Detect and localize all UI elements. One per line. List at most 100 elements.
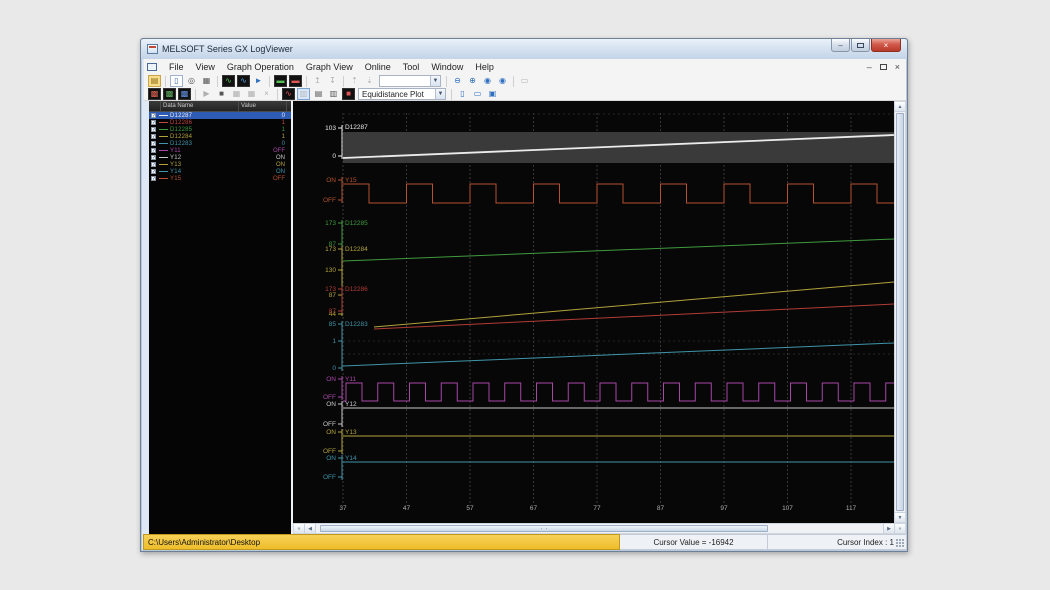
- child-restore-button[interactable]: [880, 64, 887, 70]
- scroll-left-button[interactable]: ◀: [305, 524, 316, 533]
- visibility-checkbox[interactable]: ✓: [151, 162, 156, 167]
- grid-cols-icon[interactable]: ▥: [327, 88, 340, 100]
- cursor-up-icon[interactable]: ↥: [311, 75, 324, 87]
- trend-window-alt-icon[interactable]: ▬: [289, 75, 302, 87]
- window-title: MELSOFT Series GX LogViewer: [162, 44, 293, 54]
- menu-tool[interactable]: Tool: [397, 61, 426, 73]
- menu-graph-operation[interactable]: Graph Operation: [221, 61, 300, 73]
- visibility-checkbox[interactable]: ✓: [151, 127, 156, 132]
- cursor-down-icon[interactable]: ↧: [326, 75, 339, 87]
- tick-label: 173: [325, 246, 336, 253]
- title-bar[interactable]: MELSOFT Series GX LogViewer – ×: [141, 39, 907, 59]
- data-setting2-icon[interactable]: ▩: [163, 88, 176, 100]
- vertical-scroll-thumb[interactable]: [896, 113, 904, 511]
- zoom-prev-icon[interactable]: ◉: [481, 75, 494, 87]
- legend-row-Y12[interactable]: ✓Y12ON: [149, 154, 291, 161]
- menu-graph-view[interactable]: Graph View: [300, 61, 359, 73]
- graph-view-alt-icon[interactable]: ∿: [237, 75, 250, 87]
- visibility-checkbox[interactable]: ✓: [151, 169, 156, 174]
- menu-help[interactable]: Help: [469, 61, 500, 73]
- legend-row-D12285[interactable]: ✓D122851: [149, 126, 291, 133]
- online-run-icon[interactable]: ►: [252, 75, 265, 87]
- open-log-icon[interactable]: ▤: [148, 75, 161, 87]
- data-name-column-header[interactable]: Data Name: [161, 101, 239, 111]
- tile-vertical-icon[interactable]: ▯: [456, 88, 469, 100]
- graph-view-icon[interactable]: ∿: [222, 75, 235, 87]
- visibility-checkbox[interactable]: ✓: [151, 155, 156, 160]
- value-column-header[interactable]: Value: [239, 101, 287, 111]
- data-setting3-icon[interactable]: ▩: [178, 88, 191, 100]
- maximize-button[interactable]: [851, 39, 870, 52]
- legend-row-Y15[interactable]: ✓Y15OFF: [149, 175, 291, 182]
- legend-row-D12287[interactable]: ✓D122870: [149, 112, 291, 119]
- alarm-graph-icon[interactable]: ■: [342, 88, 355, 100]
- jump-next-icon[interactable]: ⇣: [363, 75, 376, 87]
- data-name-label: D12286: [170, 120, 249, 126]
- find-data-icon[interactable]: ◎: [185, 75, 198, 87]
- data-value-label: OFF: [249, 176, 291, 182]
- child-close-button[interactable]: ×: [895, 62, 900, 72]
- scroll-right-button[interactable]: ▶: [883, 524, 894, 533]
- data-search-combo[interactable]: ▼: [379, 75, 441, 87]
- trend-graph-svg[interactable]: 1030D12287ONOFFY1517387D122851731308744D…: [293, 101, 894, 523]
- pause-icon[interactable]: ▦: [230, 88, 243, 100]
- tile-horizontal-icon[interactable]: ▭: [471, 88, 484, 100]
- data-list-header[interactable]: Data Name Value: [149, 101, 291, 112]
- capture-icon[interactable]: ▭: [518, 75, 531, 87]
- horizontal-scroll-track[interactable]: [316, 524, 883, 533]
- close-graph-icon[interactable]: ×: [260, 88, 273, 100]
- legend-row-D12284[interactable]: ✓D122841: [149, 133, 291, 140]
- realtime-trend-icon[interactable]: ▥: [297, 88, 310, 100]
- print-icon[interactable]: ▦: [200, 75, 213, 87]
- legend-row-D12283[interactable]: ✓D122830: [149, 140, 291, 147]
- menu-view[interactable]: View: [190, 61, 221, 73]
- stop-icon[interactable]: ■: [215, 88, 228, 100]
- resume-icon[interactable]: ▦: [245, 88, 258, 100]
- legend-row-Y14[interactable]: ✓Y14ON: [149, 168, 291, 175]
- vertical-scrollbar[interactable]: ▲ ▼: [894, 101, 906, 523]
- horizontal-scroll-thumb[interactable]: [320, 525, 768, 532]
- visibility-checkbox[interactable]: ✓: [151, 134, 156, 139]
- plot-mode-combo[interactable]: Equidistance Plot▼: [358, 88, 446, 100]
- data-setting-icon[interactable]: ▩: [148, 88, 161, 100]
- zoom-next-icon[interactable]: ◉: [496, 75, 509, 87]
- cascade-windows-icon[interactable]: ▣: [486, 88, 499, 100]
- menu-file[interactable]: File: [163, 61, 190, 73]
- scroll-down-button[interactable]: ▼: [895, 512, 905, 522]
- legend-row-Y11[interactable]: ✓Y11OFF: [149, 147, 291, 154]
- play-icon[interactable]: ▶: [200, 88, 213, 100]
- child-window-icon[interactable]: [147, 63, 157, 71]
- trend-window-icon[interactable]: ▬: [274, 75, 287, 87]
- open-file-icon[interactable]: ▯: [170, 75, 183, 87]
- tick-label: 103: [325, 125, 336, 132]
- line-color-sample: [159, 129, 168, 130]
- minimize-button[interactable]: –: [831, 39, 850, 52]
- jump-prev-icon[interactable]: ⇡: [348, 75, 361, 87]
- visibility-checkbox[interactable]: ✓: [151, 113, 156, 118]
- historical-trend-icon[interactable]: ∿: [282, 88, 295, 100]
- legend-row-D12286[interactable]: ✓D122861: [149, 119, 291, 126]
- chevron-down-icon[interactable]: ▼: [435, 89, 445, 99]
- resize-grip[interactable]: [896, 539, 904, 547]
- visibility-checkbox[interactable]: ✓: [151, 148, 156, 153]
- scroll-end-button[interactable]: »: [894, 524, 905, 533]
- toolbar-separator: [446, 76, 447, 87]
- zoom-in-icon[interactable]: ⊕: [466, 75, 479, 87]
- visibility-checkbox[interactable]: ✓: [151, 120, 156, 125]
- grid-rows-icon[interactable]: ▤: [312, 88, 325, 100]
- zoom-out-icon[interactable]: ⊖: [451, 75, 464, 87]
- chevron-down-icon[interactable]: ▼: [430, 76, 440, 86]
- menu-window[interactable]: Window: [425, 61, 469, 73]
- scroll-home-button[interactable]: «: [294, 524, 305, 533]
- checkbox-column-header[interactable]: [149, 101, 161, 111]
- menu-online[interactable]: Online: [359, 61, 397, 73]
- child-minimize-button[interactable]: –: [867, 62, 872, 72]
- scroll-up-button[interactable]: ▲: [895, 102, 905, 112]
- visibility-checkbox[interactable]: ✓: [151, 141, 156, 146]
- trend-graph-area[interactable]: 1030D12287ONOFFY1517387D122851731308744D…: [293, 101, 894, 523]
- horizontal-scrollbar[interactable]: « ◀ ▶ »: [293, 523, 906, 534]
- menu-bar: FileViewGraph OperationGraph ViewOnlineT…: [144, 59, 906, 74]
- close-button[interactable]: ×: [871, 39, 901, 52]
- legend-row-Y13[interactable]: ✓Y13ON: [149, 161, 291, 168]
- visibility-checkbox[interactable]: ✓: [151, 176, 156, 181]
